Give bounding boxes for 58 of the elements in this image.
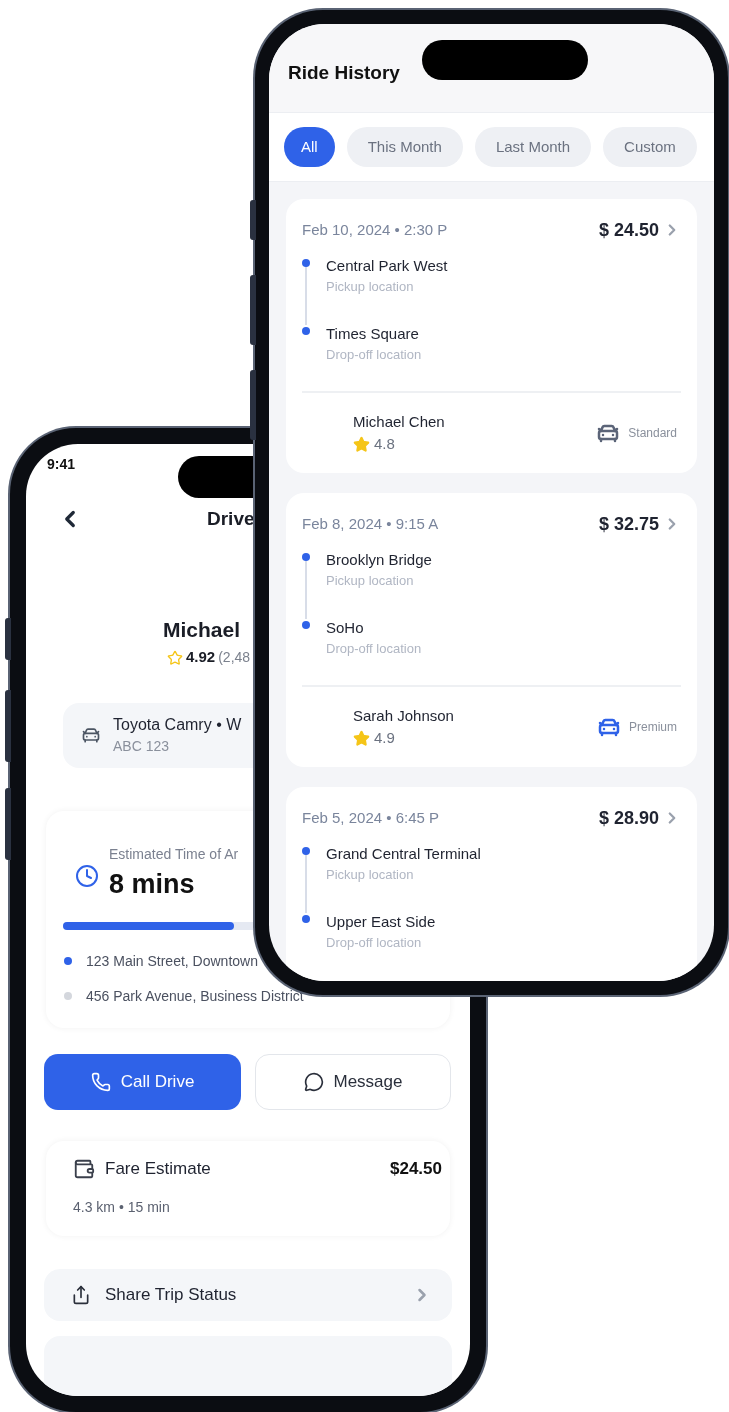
filter-tab[interactable]: This Month	[346, 127, 463, 167]
ride-driver-name: Michael Chen	[353, 411, 445, 432]
fare-amount: $24.50	[390, 1158, 442, 1181]
driver-rating: 4.92	[186, 647, 216, 668]
fare-title: Fare Estimate	[105, 1158, 211, 1181]
ride-driver-name: Sarah Johnson	[353, 705, 454, 726]
call-button[interactable]: Call Drive	[44, 1053, 241, 1110]
chat-icon	[303, 1071, 324, 1092]
stop-role: Pickup location	[326, 278, 415, 296]
ride-driver-rating: 4.8	[374, 433, 395, 454]
stop-name: Central Park West	[326, 256, 448, 276]
star-icon	[353, 435, 370, 453]
status-time: 9:41	[47, 454, 76, 474]
eta-label: Estimated Time of Ar	[109, 844, 239, 864]
stop-name: Upper East Side	[326, 912, 436, 932]
route-address: 456 Park Avenue, Business District	[86, 986, 304, 1006]
stop-role: Drop-off location	[326, 640, 422, 658]
message-button[interactable]: Message	[255, 1053, 451, 1110]
filter-tab[interactable]: Custom	[603, 127, 697, 167]
ride-price: $ 24.50	[598, 218, 659, 242]
ride-driver-rating: 4.9	[374, 727, 395, 748]
star-icon	[167, 649, 183, 666]
share-trip-row[interactable]: Share Trip Status	[44, 1268, 452, 1321]
stop-role: Pickup location	[326, 572, 415, 590]
rating-count: (2,48	[218, 648, 251, 668]
phone-icon	[90, 1071, 111, 1092]
driver-name: Michael	[163, 616, 241, 643]
stop-role: Drop-off location	[326, 934, 423, 952]
filter-tab[interactable]: All	[284, 127, 335, 167]
stop-name: Brooklyn Bridge	[326, 550, 432, 570]
wallet-icon	[73, 1157, 95, 1180]
star-icon	[353, 729, 370, 747]
ride-card[interactable]: Feb 10, 2024 • 2:30 P $ 24.50 Central Park West Pickup location Times Square Drop-off location Michael Chen 4.8 Standard	[286, 199, 697, 473]
vehicle-type: Standard	[628, 425, 677, 442]
clock-icon	[75, 863, 99, 888]
license-plate: ABC 123	[113, 737, 171, 757]
screen-title: Ride History	[288, 62, 400, 83]
stop-role: Pickup location	[326, 866, 415, 884]
ride-datetime: Feb 5, 2024 • 6:45 P	[302, 807, 439, 828]
stop-name: SoHo	[326, 618, 365, 638]
ride-card[interactable]: Feb 8, 2024 • 9:15 A $ 32.75 Brooklyn Bridge Pickup location SoHo Drop-off location Sarah Johnson 4.9 Premium	[286, 493, 697, 767]
ride-price: $ 32.75	[598, 512, 659, 536]
eta-value: 8 mins	[109, 867, 196, 900]
vehicle-type: Premium	[629, 719, 677, 736]
route-address: 123 Main Street, Downtown	[86, 951, 258, 971]
ride-datetime: Feb 8, 2024 • 9:15 A	[302, 513, 439, 534]
share-trip-label: Share Trip Status	[105, 1284, 238, 1307]
filter-tab[interactable]: Last Month	[474, 127, 592, 167]
stop-name: Grand Central Terminal	[326, 844, 481, 864]
trip-details: 4.3 km • 15 min	[73, 1197, 171, 1217]
stop-role: Drop-off location	[326, 346, 422, 364]
ride-datetime: Feb 10, 2024 • 2:30 P	[302, 219, 448, 240]
ride-price: $ 28.90	[598, 806, 659, 830]
stop-name: Times Square	[326, 324, 420, 344]
vehicle-model: Toyota Camry • W	[113, 715, 242, 736]
ride-card[interactable]: Feb 5, 2024 • 6:45 P $ 28.90 Grand Central Terminal Pickup location Upper East Side Drop-off location	[286, 787, 697, 981]
share-icon	[71, 1284, 91, 1305]
screen-title: Drive	[207, 507, 255, 532]
